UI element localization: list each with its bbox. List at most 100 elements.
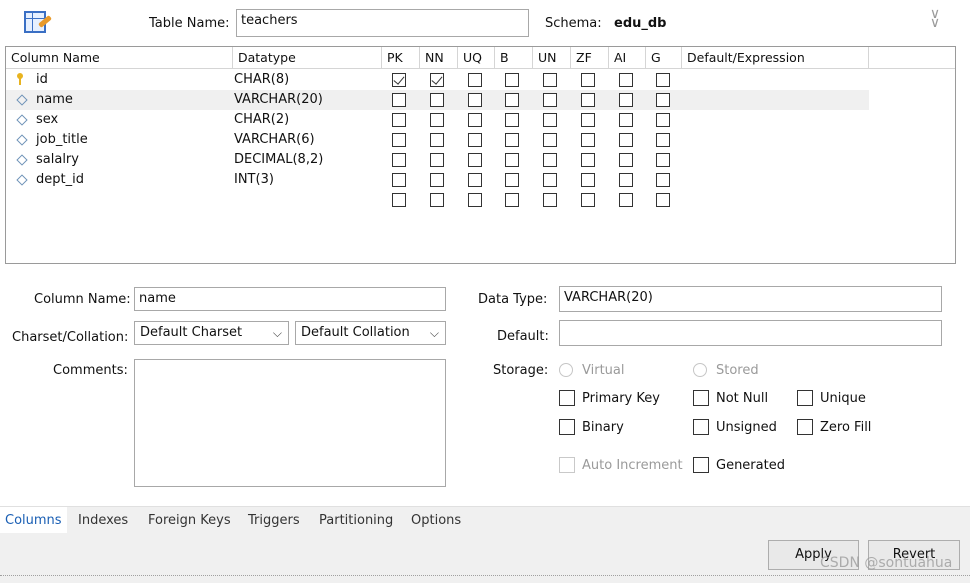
flag-un-checkbox[interactable] xyxy=(543,113,557,127)
header-ai[interactable]: AI xyxy=(609,47,646,69)
flag-b-checkbox[interactable] xyxy=(505,73,519,87)
auto-increment-checkbox[interactable] xyxy=(559,457,575,473)
unique-checkbox[interactable] xyxy=(797,390,813,406)
flag-nn-checkbox[interactable] xyxy=(430,93,444,107)
flag-g-checkbox[interactable] xyxy=(656,133,670,147)
header-column-name[interactable]: Column Name xyxy=(6,47,233,69)
flag-zf-checkbox[interactable] xyxy=(581,93,595,107)
flag-zf-checkbox[interactable] xyxy=(581,73,595,87)
flag-pk-checkbox[interactable] xyxy=(392,193,406,207)
collapse-chevron-icon[interactable]: ∨ ∨ xyxy=(922,7,948,36)
flag-b-checkbox[interactable] xyxy=(505,133,519,147)
primary-key-checkbox[interactable] xyxy=(559,390,575,406)
flag-pk-checkbox[interactable] xyxy=(392,153,406,167)
flag-un-checkbox[interactable] xyxy=(543,193,557,207)
flag-b-checkbox[interactable] xyxy=(505,173,519,187)
flag-uq-checkbox[interactable] xyxy=(468,113,482,127)
table-row[interactable]: salalry DECIMAL(8,2) xyxy=(6,150,869,170)
flag-pk-checkbox[interactable] xyxy=(392,133,406,147)
flag-nn-checkbox[interactable] xyxy=(430,113,444,127)
header-datatype[interactable]: Datatype xyxy=(233,47,382,69)
header-b[interactable]: B xyxy=(495,47,533,69)
tab-triggers[interactable]: Triggers xyxy=(248,507,300,534)
comments-textarea[interactable] xyxy=(134,359,446,487)
zero-fill-checkbox[interactable] xyxy=(797,419,813,435)
flag-b-checkbox[interactable] xyxy=(505,193,519,207)
flag-zf-checkbox[interactable] xyxy=(581,153,595,167)
flag-uq-checkbox[interactable] xyxy=(468,153,482,167)
cell-datatype[interactable]: VARCHAR(20) xyxy=(234,90,323,110)
tab-indexes[interactable]: Indexes xyxy=(78,507,128,534)
table-row[interactable]: name VARCHAR(20) xyxy=(6,90,869,110)
header-pk[interactable]: PK xyxy=(382,47,420,69)
flag-pk-checkbox[interactable] xyxy=(392,173,406,187)
cell-column-name[interactable]: name xyxy=(36,90,73,110)
tab-partitioning[interactable]: Partitioning xyxy=(319,507,393,534)
flag-nn-checkbox[interactable] xyxy=(430,73,444,87)
virtual-radio[interactable] xyxy=(559,363,573,377)
flag-ai-checkbox[interactable] xyxy=(619,113,633,127)
tab-foreign-keys[interactable]: Foreign Keys xyxy=(148,507,231,534)
binary-checkbox[interactable] xyxy=(559,419,575,435)
flag-b-checkbox[interactable] xyxy=(505,93,519,107)
flag-un-checkbox[interactable] xyxy=(543,153,557,167)
charset-select[interactable]: Default Charset ⌵ xyxy=(134,321,289,345)
flag-b-checkbox[interactable] xyxy=(505,113,519,127)
cell-datatype[interactable]: INT(3) xyxy=(234,170,274,190)
flag-nn-checkbox[interactable] xyxy=(430,173,444,187)
flag-g-checkbox[interactable] xyxy=(656,153,670,167)
header-zf[interactable]: ZF xyxy=(571,47,609,69)
flag-pk-checkbox[interactable] xyxy=(392,73,406,87)
cell-datatype[interactable]: CHAR(2) xyxy=(234,110,289,130)
header-g[interactable]: G xyxy=(646,47,682,69)
flag-uq-checkbox[interactable] xyxy=(468,73,482,87)
header-nn[interactable]: NN xyxy=(420,47,458,69)
table-row[interactable]: job_title VARCHAR(6) xyxy=(6,130,869,150)
cell-column-name[interactable]: sex xyxy=(36,110,58,130)
flag-ai-checkbox[interactable] xyxy=(619,73,633,87)
columns-grid[interactable]: Column Name Datatype PK NN UQ B UN ZF AI… xyxy=(5,46,956,264)
tab-columns[interactable]: Columns xyxy=(0,507,67,534)
cell-datatype[interactable]: VARCHAR(6) xyxy=(234,130,315,150)
flag-nn-checkbox[interactable] xyxy=(430,133,444,147)
flag-zf-checkbox[interactable] xyxy=(581,173,595,187)
flag-un-checkbox[interactable] xyxy=(543,73,557,87)
flag-ai-checkbox[interactable] xyxy=(619,193,633,207)
flag-zf-checkbox[interactable] xyxy=(581,133,595,147)
flag-uq-checkbox[interactable] xyxy=(468,133,482,147)
flag-ai-checkbox[interactable] xyxy=(619,153,633,167)
flag-g-checkbox[interactable] xyxy=(656,73,670,87)
column-name-input[interactable]: name xyxy=(134,287,446,311)
header-un[interactable]: UN xyxy=(533,47,571,69)
tab-options[interactable]: Options xyxy=(411,507,461,534)
table-row[interactable]: sex CHAR(2) xyxy=(6,110,869,130)
flag-g-checkbox[interactable] xyxy=(656,113,670,127)
cell-column-name[interactable]: salalry xyxy=(36,150,79,170)
flag-b-checkbox[interactable] xyxy=(505,153,519,167)
data-type-input[interactable]: VARCHAR(20) xyxy=(559,286,942,312)
table-row[interactable] xyxy=(6,190,869,210)
generated-checkbox[interactable] xyxy=(693,457,709,473)
flag-un-checkbox[interactable] xyxy=(543,133,557,147)
flag-nn-checkbox[interactable] xyxy=(430,193,444,207)
flag-nn-checkbox[interactable] xyxy=(430,153,444,167)
cell-column-name[interactable]: job_title xyxy=(36,130,88,150)
cell-column-name[interactable]: dept_id xyxy=(36,170,84,190)
flag-g-checkbox[interactable] xyxy=(656,193,670,207)
flag-uq-checkbox[interactable] xyxy=(468,193,482,207)
flag-ai-checkbox[interactable] xyxy=(619,133,633,147)
flag-zf-checkbox[interactable] xyxy=(581,113,595,127)
default-input[interactable] xyxy=(559,320,942,346)
collation-select[interactable]: Default Collation ⌵ xyxy=(295,321,446,345)
flag-ai-checkbox[interactable] xyxy=(619,93,633,107)
flag-pk-checkbox[interactable] xyxy=(392,113,406,127)
flag-uq-checkbox[interactable] xyxy=(468,173,482,187)
cell-datatype[interactable]: DECIMAL(8,2) xyxy=(234,150,323,170)
stored-radio[interactable] xyxy=(693,363,707,377)
table-row[interactable]: dept_id INT(3) xyxy=(6,170,869,190)
flag-uq-checkbox[interactable] xyxy=(468,93,482,107)
flag-un-checkbox[interactable] xyxy=(543,173,557,187)
flag-ai-checkbox[interactable] xyxy=(619,173,633,187)
table-row[interactable]: id CHAR(8) xyxy=(6,70,869,90)
table-name-input[interactable]: teachers xyxy=(236,9,529,37)
